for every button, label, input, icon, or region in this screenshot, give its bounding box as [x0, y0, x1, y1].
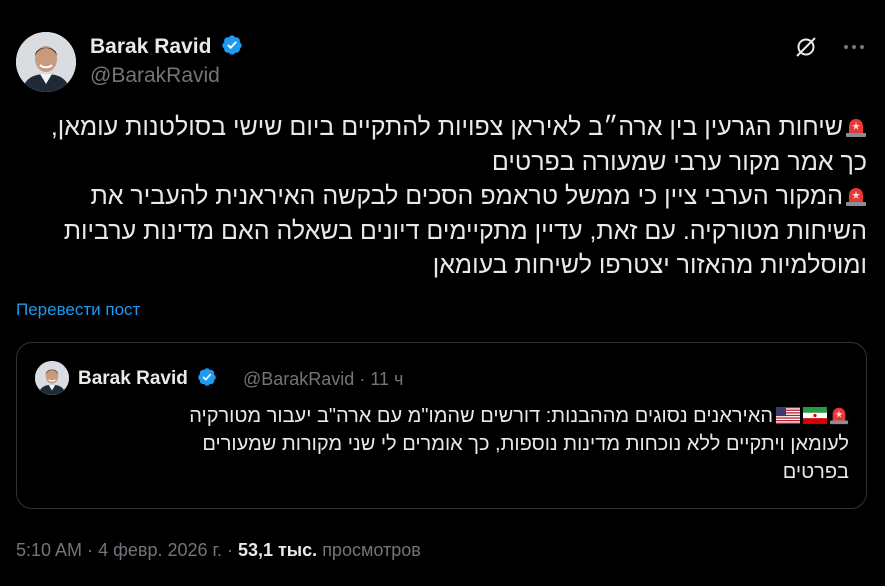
verified-badge-icon — [198, 368, 216, 386]
more-icon[interactable] — [841, 34, 867, 60]
quoted-post-meta: @BarakRavid · 11 ч — [243, 369, 403, 390]
author-name[interactable]: Barak Ravid — [90, 34, 243, 59]
quoted-post-line: האיראנים נסוגים מההבנות: דורשים שהמו"מ ע… — [34, 402, 849, 486]
quoted-author-name-text[interactable]: Barak Ravid — [78, 368, 188, 389]
quoted-author-handle[interactable]: @BarakRavid — [243, 369, 354, 389]
post-text: שיחות הגרעין בין ארה״ב לאיראן צפויות להת… — [16, 110, 867, 283]
views-count: 53,1 тыс. — [237, 540, 318, 560]
post-line: המקור הערבי ציין כי ממשל טראמפ הסכים לבק… — [90, 182, 843, 210]
quoted-post-line-text: האיראנים נסוגים מההבנות: דורשים שהמו"מ ע… — [189, 405, 773, 427]
quoted-author-avatar[interactable] — [35, 361, 69, 395]
quoted-post-time[interactable]: 11 ч — [370, 369, 403, 389]
header-actions — [793, 34, 867, 60]
post-line: שיחות הגרעין בין ארה״ב לאיראן צפויות להת… — [50, 113, 843, 141]
post-footer: 5:10 AM · 4 февр. 2026 г. · 53,1 тыс. пр… — [16, 540, 421, 561]
post-paragraph-1: שיחות הגרעין בין ארה״ב לאיראן צפויות להת… — [16, 110, 867, 179]
translate-post-link[interactable]: Перевести пост — [16, 300, 140, 320]
post-paragraph-2: המקור הערבי ציין כי ממשל טראמפ הסכים לבק… — [16, 179, 867, 283]
quoted-post-line-text: לעומאן ויתקיים ללא נוכחות מדינות נוספות,… — [202, 433, 849, 455]
author-name-text[interactable]: Barak Ravid — [90, 35, 211, 58]
author-handle[interactable]: @BarakRavid — [90, 64, 220, 88]
quoted-author-name[interactable]: Barak Ravid — [78, 367, 217, 390]
verified-badge-icon — [222, 35, 242, 55]
meta-separator: · — [226, 540, 233, 560]
siren-emoji — [846, 119, 866, 137]
meta-separator: · — [87, 540, 94, 560]
iran-flag-emoji — [803, 407, 827, 424]
post-line: ומוסלמיות מהאזור יצטרפו לשיחות בעומאן — [432, 251, 867, 279]
author-avatar[interactable] — [16, 32, 76, 92]
grok-icon[interactable] — [793, 34, 819, 60]
post-line: השיחות מטורקיה. עם זאת, עדיין מתקיימים ד… — [63, 216, 867, 245]
siren-emoji — [846, 188, 866, 206]
quoted-post-line-text: בפרטים — [782, 461, 849, 483]
post-line: כך אמר מקור ערבי שמעורה בפרטים — [491, 147, 867, 176]
siren-emoji — [829, 407, 849, 425]
meta-separator: · — [359, 369, 366, 389]
quoted-post-text: האיראנים נסוגים מההבנות: דורשים שהמו"מ ע… — [34, 402, 849, 486]
views-label: просмотров — [322, 540, 421, 560]
post-date[interactable]: 4 февр. 2026 г. — [98, 540, 222, 560]
us-flag-emoji — [776, 407, 800, 424]
post-time[interactable]: 5:10 AM — [16, 540, 82, 560]
